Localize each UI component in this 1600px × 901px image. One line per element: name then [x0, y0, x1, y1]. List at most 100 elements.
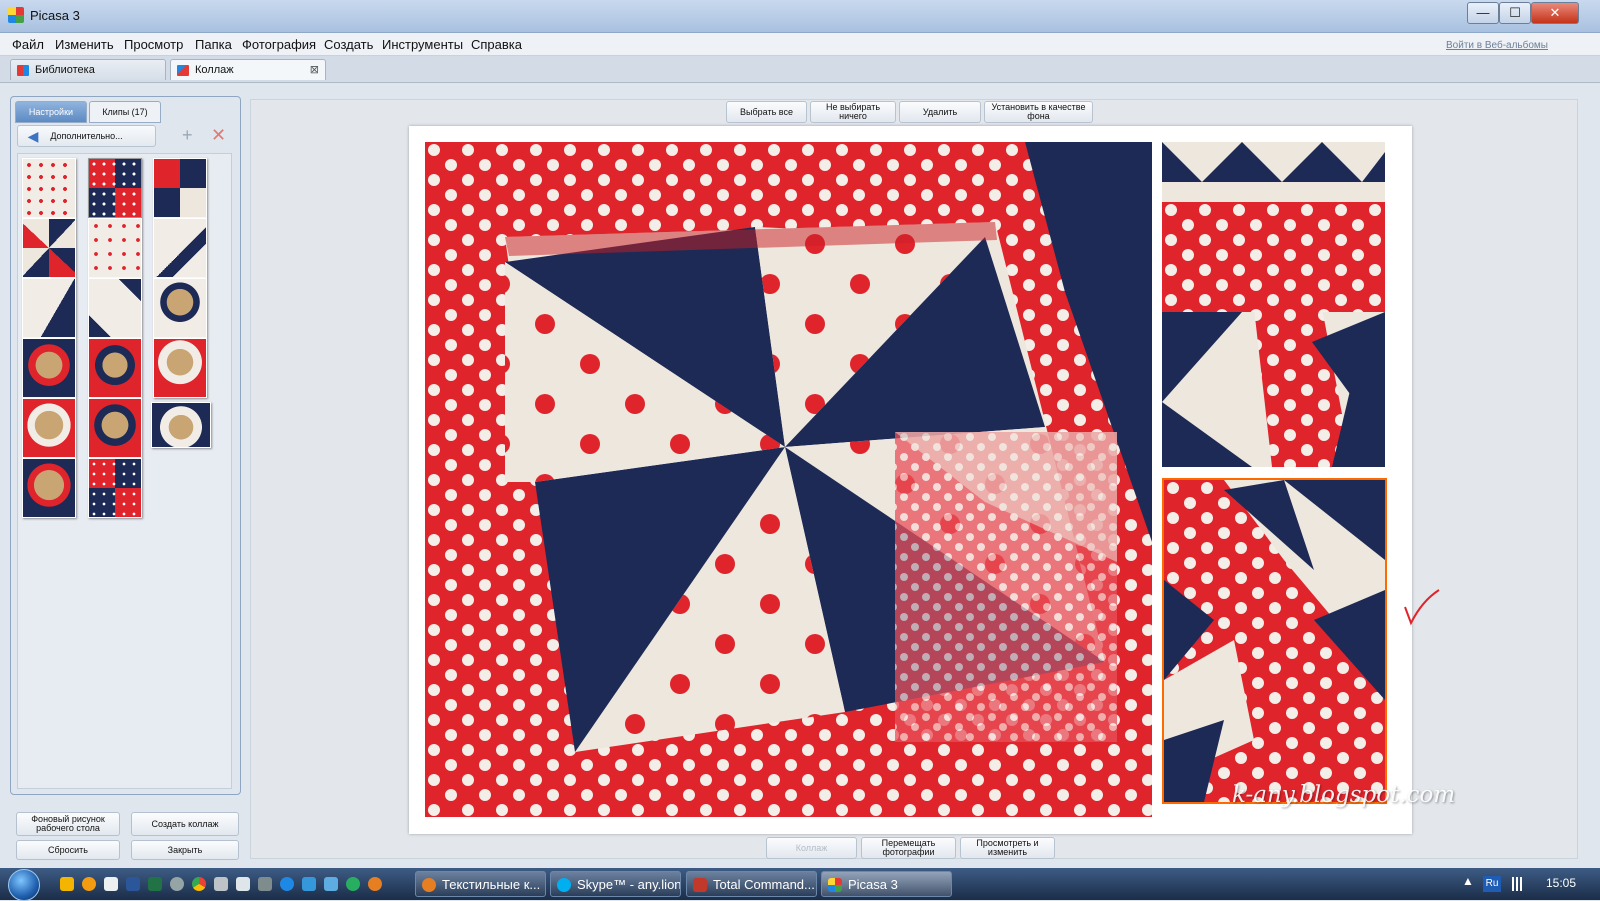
minimize-button[interactable]: — — [1467, 2, 1499, 24]
collage-photo-main[interactable] — [425, 142, 1152, 817]
tab-collage-label: Коллаж — [195, 64, 234, 76]
checkmark-annotation-icon — [1404, 589, 1440, 626]
network-signal-icon[interactable] — [1512, 877, 1528, 891]
back-arrow-icon: ◀ — [27, 128, 39, 144]
create-collage-button[interactable]: Создать коллаж — [131, 812, 239, 836]
picasa-logo-icon — [8, 7, 24, 23]
menu-folder[interactable]: Папка — [195, 37, 232, 52]
skype-icon — [557, 878, 571, 892]
quicklaunch-calendar-icon[interactable] — [104, 877, 118, 891]
quicklaunch-chrome-icon[interactable] — [192, 877, 206, 891]
taskbar-item-firefox[interactable]: Текстильные к... — [415, 871, 546, 897]
select-all-button[interactable]: Выбрать все — [726, 101, 807, 123]
clip-thumbnail[interactable] — [153, 278, 207, 338]
quilt-corner-image — [1164, 480, 1385, 802]
collage-settings-panel: Настройки Клипы (17) ◀ Дополнительно... … — [10, 96, 241, 795]
clip-thumbnail-grid — [17, 153, 232, 789]
collage-photo-top-right[interactable] — [1162, 142, 1385, 467]
clip-thumbnail[interactable] — [22, 338, 76, 398]
taskbar-item-label: Skype™ - any.lion — [577, 877, 681, 892]
sign-in-link[interactable]: Войти в Веб-альбомы — [1446, 40, 1548, 51]
window-title: Picasa 3 — [30, 8, 80, 23]
add-clip-icon[interactable]: + — [182, 126, 193, 144]
quicklaunch-word-icon[interactable] — [126, 877, 140, 891]
clip-thumbnail[interactable] — [153, 158, 207, 218]
tab-strip: Библиотека Коллаж ⊠ — [0, 56, 1600, 83]
clip-thumbnail[interactable] — [88, 218, 142, 278]
quicklaunch-torrent-icon[interactable] — [346, 877, 360, 891]
quicklaunch-doc-icon[interactable] — [236, 877, 250, 891]
menu-help[interactable]: Справка — [471, 37, 522, 52]
quicklaunch-app-icon[interactable] — [82, 877, 96, 891]
tab-settings[interactable]: Настройки — [15, 101, 87, 123]
menu-create[interactable]: Создать — [324, 37, 373, 52]
clip-thumbnail[interactable] — [153, 338, 207, 398]
clip-thumbnail[interactable] — [22, 218, 76, 278]
clip-thumbnail[interactable] — [22, 398, 76, 458]
total-commander-icon — [693, 878, 707, 892]
start-button[interactable] — [8, 869, 40, 901]
taskbar-item-total-commander[interactable]: Total Command... — [686, 871, 817, 897]
close-tab-icon[interactable]: ⊠ — [310, 60, 319, 81]
clip-thumbnail[interactable] — [151, 402, 211, 448]
watermark-text: k-any.blogspot.com — [1232, 782, 1456, 808]
menu-bar: Файл Изменить Просмотр Папка Фотография … — [0, 33, 1600, 56]
quicklaunch-calc-icon[interactable] — [214, 877, 228, 891]
taskbar-item-label: Picasa 3 — [848, 877, 898, 892]
language-indicator[interactable]: Ru — [1483, 876, 1501, 892]
maximize-button[interactable]: ☐ — [1499, 2, 1531, 24]
collage-mode-button[interactable]: Коллаж — [766, 837, 857, 859]
quilt-detail-image — [1162, 142, 1385, 467]
clip-thumbnail[interactable] — [22, 458, 76, 518]
reset-button[interactable]: Сбросить — [16, 840, 120, 860]
tab-collage[interactable]: Коллаж ⊠ — [170, 59, 326, 80]
library-icon — [17, 65, 29, 76]
clip-thumbnail[interactable] — [22, 158, 76, 218]
move-photos-button[interactable]: Перемещать фотографии — [861, 837, 956, 859]
clip-thumbnail[interactable] — [153, 218, 207, 278]
quicklaunch-excel-icon[interactable] — [148, 877, 162, 891]
tray-expand-icon[interactable]: ▲ — [1462, 874, 1474, 888]
menu-view[interactable]: Просмотр — [124, 37, 183, 52]
menu-file[interactable]: Файл — [12, 37, 44, 52]
menu-photo[interactable]: Фотография — [242, 37, 316, 52]
tab-clips[interactable]: Клипы (17) — [89, 101, 161, 123]
collage-canvas — [409, 126, 1412, 834]
clip-thumbnail[interactable] — [88, 398, 142, 458]
menu-edit[interactable]: Изменить — [55, 37, 114, 52]
tab-library[interactable]: Библиотека — [10, 59, 166, 80]
tab-library-label: Библиотека — [35, 64, 95, 76]
delete-button[interactable]: Удалить — [899, 101, 981, 123]
clips-toolbar: ◀ Дополнительно... + ✕ — [17, 124, 231, 148]
set-background-button[interactable]: Установить в качестве фона — [984, 101, 1093, 123]
taskbar-item-label: Текстильные к... — [442, 877, 541, 892]
quicklaunch-desktop-icon[interactable] — [302, 877, 316, 891]
remove-clip-icon[interactable]: ✕ — [211, 126, 226, 144]
title-bar: Picasa 3 — ☐ ✕ — [0, 0, 1600, 33]
more-button-label: Дополнительно... — [50, 131, 123, 141]
view-edit-button[interactable]: Просмотреть и изменить — [960, 837, 1055, 859]
quicklaunch-tool-icon[interactable] — [170, 877, 184, 891]
pinwheel-quilt-image — [425, 142, 1152, 817]
quicklaunch-explorer-icon[interactable] — [324, 877, 338, 891]
select-none-button[interactable]: Не выбирать ничего — [810, 101, 896, 123]
taskbar-item-skype[interactable]: Skype™ - any.lion — [550, 871, 681, 897]
quicklaunch-folder-icon[interactable] — [60, 877, 74, 891]
system-clock[interactable]: 15:05 — [1546, 876, 1576, 890]
close-collage-button[interactable]: Закрыть — [131, 840, 239, 860]
menu-tools[interactable]: Инструменты — [382, 37, 463, 52]
quicklaunch-ie-icon[interactable] — [280, 877, 294, 891]
clip-thumbnail[interactable] — [88, 278, 142, 338]
clip-thumbnail[interactable] — [88, 338, 142, 398]
close-window-button[interactable]: ✕ — [1531, 2, 1579, 24]
clip-thumbnail[interactable] — [88, 158, 142, 218]
quicklaunch-firefox-icon[interactable] — [368, 877, 382, 891]
taskbar-item-picasa[interactable]: Picasa 3 — [821, 871, 952, 897]
desktop-wallpaper-button[interactable]: Фоновый рисунок рабочего стола — [16, 812, 120, 836]
clip-thumbnail[interactable] — [22, 278, 76, 338]
collage-photo-bottom-right[interactable] — [1162, 478, 1387, 804]
more-button[interactable]: ◀ Дополнительно... — [17, 125, 156, 147]
collage-icon — [177, 65, 189, 76]
clip-thumbnail[interactable] — [88, 458, 142, 518]
quicklaunch-network-icon[interactable] — [258, 877, 272, 891]
